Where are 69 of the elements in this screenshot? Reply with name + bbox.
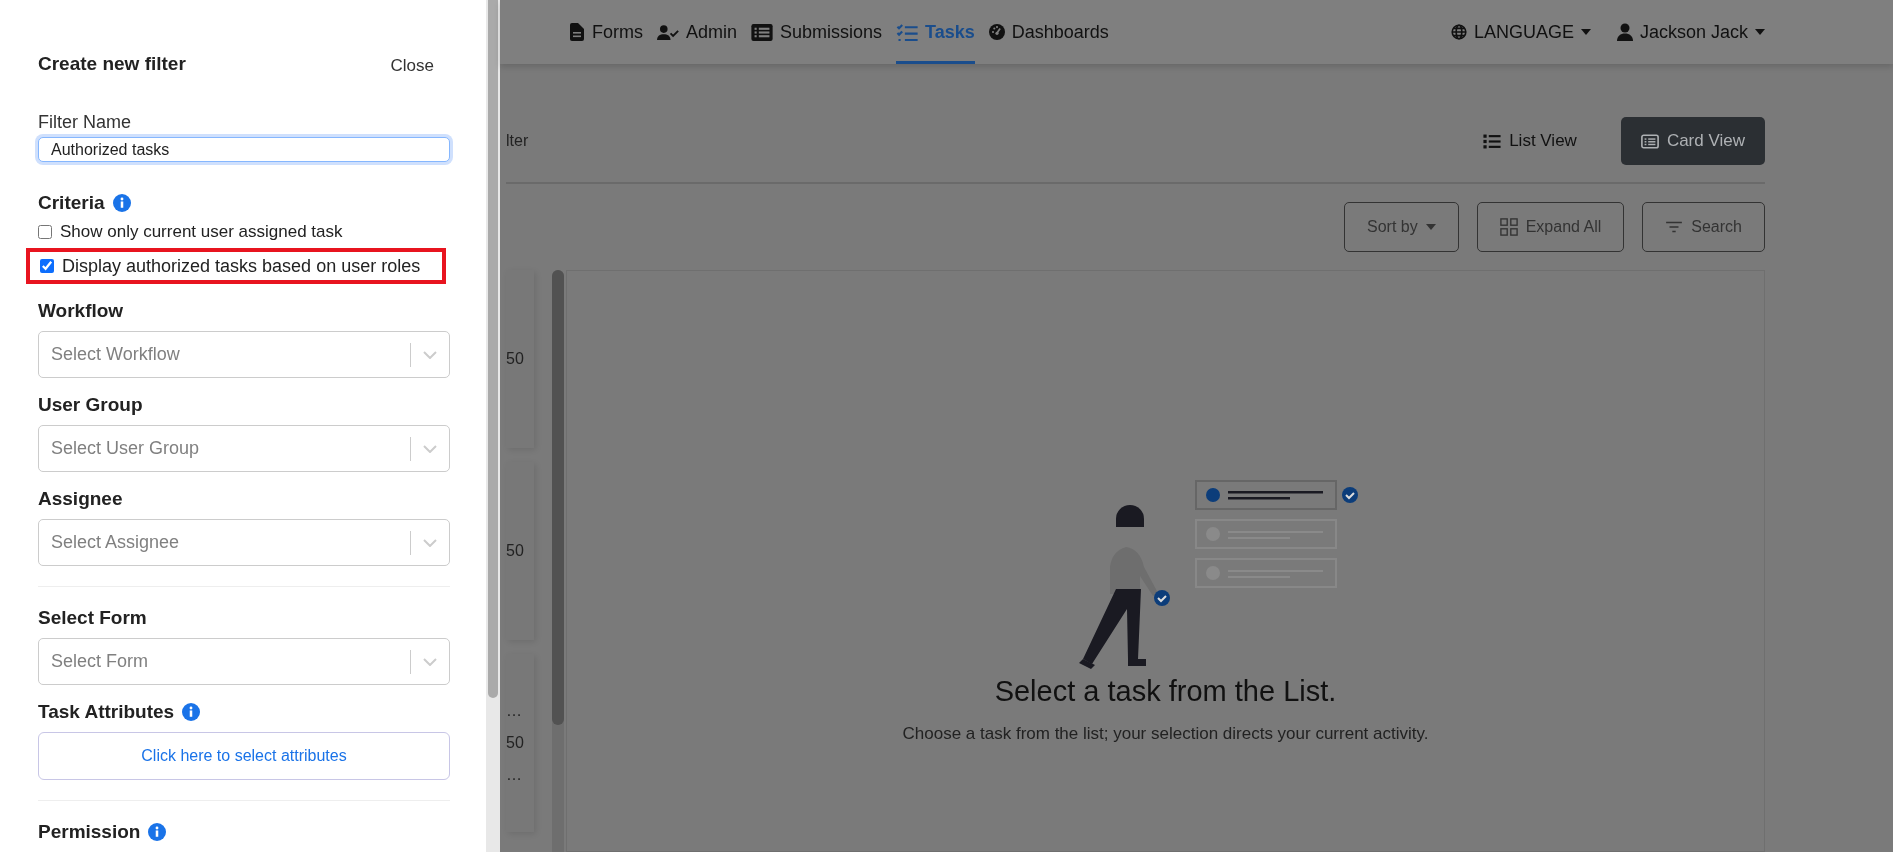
chevron-down-icon — [423, 444, 437, 453]
list-icon — [1483, 133, 1502, 149]
chevron-down-icon — [423, 350, 437, 359]
select-attributes-button[interactable]: Click here to select attributes — [38, 732, 450, 780]
section-heading: Criteria — [38, 192, 105, 214]
card-list-icon — [1640, 133, 1659, 149]
checkbox-label: Display authorized tasks based on user roles — [62, 255, 421, 277]
nav-tab[interactable]: Admin — [657, 0, 738, 64]
section-heading: Permission — [38, 821, 141, 843]
card-text: … — [506, 766, 523, 784]
list-box-icon — [751, 23, 774, 41]
drawer-title: Create new filter — [38, 53, 186, 75]
sort-button[interactable]: Sort by — [1344, 202, 1459, 252]
grid-icon — [1499, 218, 1518, 236]
empty-state-text: Choose a task from the list; your selection directs your current activity. — [902, 724, 1429, 744]
select-placeholder: Select Form — [51, 651, 150, 672]
user-icon — [1616, 23, 1633, 41]
card-text: 50 — [506, 542, 525, 560]
filter-tab-text[interactable]: lter — [506, 132, 529, 150]
filter-name-input[interactable]: Authorized tasks — [38, 137, 450, 162]
task-card[interactable]: 50 — [506, 270, 534, 448]
view-toggle-button[interactable]: List View — [1463, 117, 1597, 165]
card-text: 50 — [506, 350, 525, 368]
checkbox[interactable] — [38, 225, 52, 239]
select-placeholder: Select Assignee — [51, 532, 181, 553]
info-icon — [148, 823, 167, 841]
select-placeholder: Select Workflow — [51, 344, 181, 365]
task-card[interactable]: … 50 … — [506, 654, 534, 832]
info-icon — [182, 703, 201, 721]
select-dropdown[interactable]: Select Form — [38, 638, 450, 685]
caret-icon — [1425, 224, 1436, 230]
card-text: … — [506, 702, 523, 720]
field-label: Filter Name — [38, 112, 132, 133]
scrollbar-thumb[interactable] — [552, 270, 564, 725]
search-button[interactable]: Search — [1642, 202, 1765, 252]
caret-icon — [1755, 29, 1765, 35]
scrollbar-thumb[interactable] — [488, 0, 498, 698]
nav-tab[interactable]: Dashboards — [988, 0, 1109, 64]
section-heading: Assignee — [38, 488, 123, 510]
caret-icon — [1580, 29, 1591, 35]
card-text: 50 — [506, 734, 525, 752]
view-toggle-button[interactable]: Card View — [1620, 117, 1765, 165]
section-heading: Select Form — [38, 607, 147, 629]
section-heading: User Group — [38, 394, 143, 416]
checkbox-label: Show only current user assigned task — [60, 222, 343, 242]
document-icon — [569, 23, 585, 41]
language-menu[interactable]: LANGUAGE — [1450, 0, 1591, 64]
task-card[interactable]: 50 — [506, 462, 534, 640]
nav-tab[interactable]: Submissions — [751, 0, 883, 64]
empty-state-title: Select a task from the List. — [994, 675, 1337, 708]
select-dropdown[interactable]: Select User Group — [38, 425, 450, 472]
select-dropdown[interactable]: Select Assignee — [38, 519, 450, 566]
globe-icon — [1450, 23, 1467, 41]
select-placeholder: Select User Group — [51, 438, 201, 459]
close-button[interactable]: Close — [390, 52, 450, 76]
user-menu[interactable]: Jackson Jack — [1616, 0, 1765, 64]
info-icon — [112, 194, 131, 212]
nav-tab[interactable]: Forms — [569, 0, 643, 64]
chevron-down-icon — [423, 538, 437, 547]
section-heading: Workflow — [38, 300, 124, 322]
expand-all-button[interactable]: Expand All — [1476, 202, 1625, 252]
chevron-down-icon — [423, 657, 437, 666]
user-check-icon — [657, 23, 679, 41]
gauge-icon — [988, 23, 1005, 41]
checkbox[interactable] — [40, 259, 54, 273]
section-heading: Task Attributes — [38, 701, 175, 723]
checklist-icon — [896, 23, 919, 41]
nav-tab[interactable]: Tasks — [896, 0, 975, 64]
select-dropdown[interactable]: Select Workflow — [38, 331, 450, 378]
